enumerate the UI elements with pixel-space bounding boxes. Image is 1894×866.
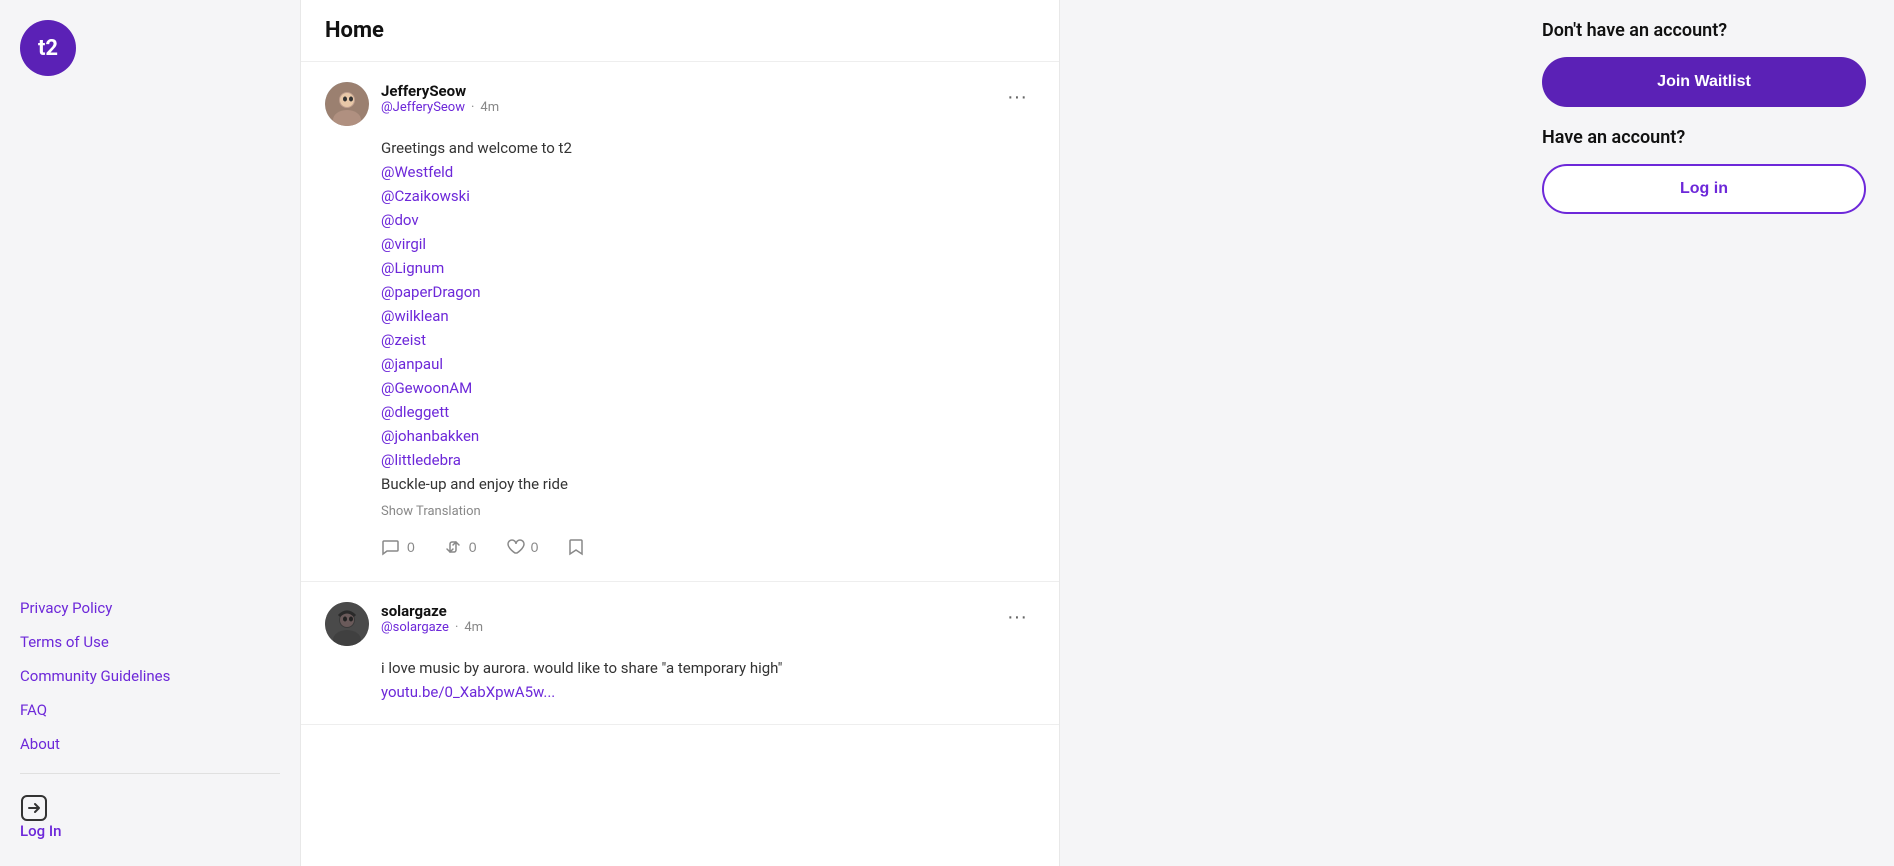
mention-dov[interactable]: @dov	[381, 211, 419, 229]
mention-westfeld[interactable]: @Westfeld	[381, 163, 453, 181]
logo-container: t2	[20, 20, 280, 76]
post-1-show-translation[interactable]: Show Translation	[381, 504, 1035, 519]
sidebar-item-community-guidelines[interactable]: Community Guidelines	[20, 661, 280, 691]
have-account-text: Have an account?	[1542, 127, 1866, 148]
post-2-author-meta: @solargaze · 4m	[381, 620, 483, 635]
post-2-time: 4m	[464, 620, 483, 635]
post-2-link[interactable]: youtu.be/0_XabXpwA5w...	[381, 683, 555, 701]
mention-littledebra[interactable]: @littledebra	[381, 451, 461, 469]
post-1-content: Greetings and welcome to t2 @Westfeld @C…	[381, 136, 1035, 496]
comment-icon	[381, 537, 401, 557]
post-2-author-info: solargaze @solargaze · 4m	[381, 602, 483, 635]
post-1-more-button[interactable]: ···	[999, 82, 1035, 113]
post-1: JefferySeow @JefferySeow · 4m ··· Greeti…	[301, 62, 1059, 582]
login-button[interactable]: Log in	[1542, 164, 1866, 214]
app-logo[interactable]: t2	[20, 20, 76, 76]
post-2-content: i love music by aurora. would like to sh…	[381, 656, 1035, 704]
no-account-text: Don't have an account?	[1542, 20, 1866, 41]
login-icon	[20, 794, 48, 822]
post-2-author-name: solargaze	[381, 602, 483, 620]
mention-paperdragon[interactable]: @paperDragon	[381, 283, 481, 301]
left-sidebar: t2 Privacy Policy Terms of Use Community…	[0, 0, 300, 866]
post-1-author-info: JefferySeow @JefferySeow · 4m	[381, 82, 499, 115]
post-1-header: JefferySeow @JefferySeow · 4m ···	[325, 82, 1035, 126]
post-1-comment-btn[interactable]: 0	[381, 533, 415, 561]
right-sidebar: Don't have an account? Join Waitlist Hav…	[1514, 0, 1894, 866]
post-1-body: Greetings and welcome to t2 @Westfeld @C…	[325, 136, 1035, 561]
post-1-author-name: JefferySeow	[381, 82, 499, 100]
sidebar-item-privacy-policy[interactable]: Privacy Policy	[20, 593, 280, 623]
post-1-avatar	[325, 82, 369, 126]
post-2-header: solargaze @solargaze · 4m ···	[325, 602, 1035, 646]
post-2-body: i love music by aurora. would like to sh…	[325, 656, 1035, 704]
mention-wilklean[interactable]: @wilklean	[381, 307, 449, 325]
post-1-like-btn[interactable]: 0	[505, 533, 539, 561]
repost-icon	[443, 537, 463, 557]
post-2-author-section: solargaze @solargaze · 4m	[325, 602, 483, 646]
post-2-avatar	[325, 602, 369, 646]
mention-zeist[interactable]: @zeist	[381, 331, 426, 349]
post-2-more-button[interactable]: ···	[999, 602, 1035, 633]
page-title: Home	[301, 0, 1059, 62]
sidebar-item-about[interactable]: About	[20, 729, 280, 759]
sidebar-links: Privacy Policy Terms of Use Community Gu…	[20, 573, 280, 846]
post-1-author-handle[interactable]: @JefferySeow	[381, 100, 465, 115]
main-content: Home JefferySeow @Jef	[300, 0, 1060, 866]
mention-dleggett[interactable]: @dleggett	[381, 403, 449, 421]
mention-virgil[interactable]: @virgil	[381, 235, 426, 253]
post-2-author-handle[interactable]: @solargaze	[381, 620, 449, 635]
mention-johanbakken[interactable]: @johanbakken	[381, 427, 479, 445]
sidebar-divider	[20, 773, 280, 774]
mention-janpaul[interactable]: @janpaul	[381, 355, 443, 373]
sidebar-item-terms-of-use[interactable]: Terms of Use	[20, 627, 280, 657]
mention-czaikowski[interactable]: @Czaikowski	[381, 187, 470, 205]
bookmark-icon	[566, 537, 586, 557]
post-1-bookmark-btn[interactable]	[566, 533, 586, 561]
join-waitlist-button[interactable]: Join Waitlist	[1542, 57, 1866, 107]
post-1-time: 4m	[480, 100, 499, 115]
post-1-repost-btn[interactable]: 0	[443, 533, 477, 561]
mention-gewoonam[interactable]: @GewoonAM	[381, 379, 472, 397]
post-1-actions: 0 0 0	[381, 533, 1035, 561]
sidebar-login-link[interactable]: Log In	[20, 788, 280, 846]
like-icon	[505, 537, 525, 557]
post-1-author-meta: @JefferySeow · 4m	[381, 100, 499, 115]
post-2: solargaze @solargaze · 4m ··· i love mus…	[301, 582, 1059, 725]
post-1-author-section: JefferySeow @JefferySeow · 4m	[325, 82, 499, 126]
sidebar-item-faq[interactable]: FAQ	[20, 695, 280, 725]
mention-lignum[interactable]: @Lignum	[381, 259, 444, 277]
